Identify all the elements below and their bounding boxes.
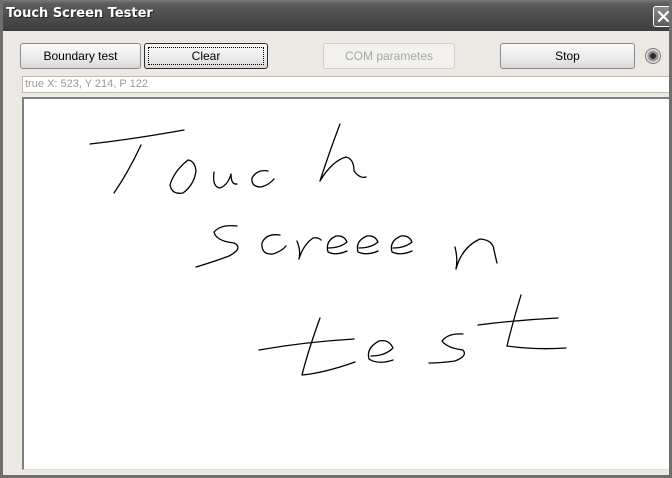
ink-stroke-c [251, 170, 275, 188]
ink-stroke-o [169, 159, 197, 194]
main-window: Touch Screen Tester Boundary test Clear … [0, 0, 672, 478]
ink-stroke-u [212, 171, 238, 189]
ink-stroke-e2 [356, 235, 379, 255]
ink-stroke-n [454, 238, 498, 270]
title-bar[interactable]: Touch Screen Tester [3, 0, 669, 31]
boundary-test-button[interactable]: Boundary test [20, 43, 141, 69]
ink-stroke-e1 [326, 235, 348, 255]
focus-ring [148, 47, 264, 65]
ink-stroke-t1-cross [258, 338, 355, 351]
coordinate-readout-field: true X: 523, Y 214, P 122 [22, 76, 669, 93]
ink-stroke-e4 [367, 340, 394, 363]
com-parameters-button: COM parametes [323, 43, 455, 69]
clear-button[interactable]: Clear [144, 43, 268, 69]
ink-stroke-s [428, 333, 466, 364]
ink-stroke-T-stem [113, 144, 142, 194]
ink-stroke-S [195, 224, 239, 268]
stop-button[interactable]: Stop [500, 43, 635, 69]
handwriting-ink [89, 123, 567, 376]
ink-stroke-t1-stem [301, 317, 356, 376]
ink-stroke-c2 [261, 234, 287, 255]
ink-stroke-t2-stem [506, 294, 567, 350]
close-icon [657, 10, 669, 23]
ink-stroke-e3 [390, 235, 413, 255]
window-title: Touch Screen Tester [6, 6, 153, 21]
ink-stroke-T-top [89, 129, 185, 145]
ink-stroke-h [319, 123, 367, 182]
drawing-canvas[interactable] [22, 97, 669, 470]
close-button[interactable] [653, 6, 669, 27]
ink-stroke-r [296, 237, 322, 260]
status-indicator-icon [645, 48, 661, 64]
ink-stroke-t2-cross [477, 317, 559, 326]
